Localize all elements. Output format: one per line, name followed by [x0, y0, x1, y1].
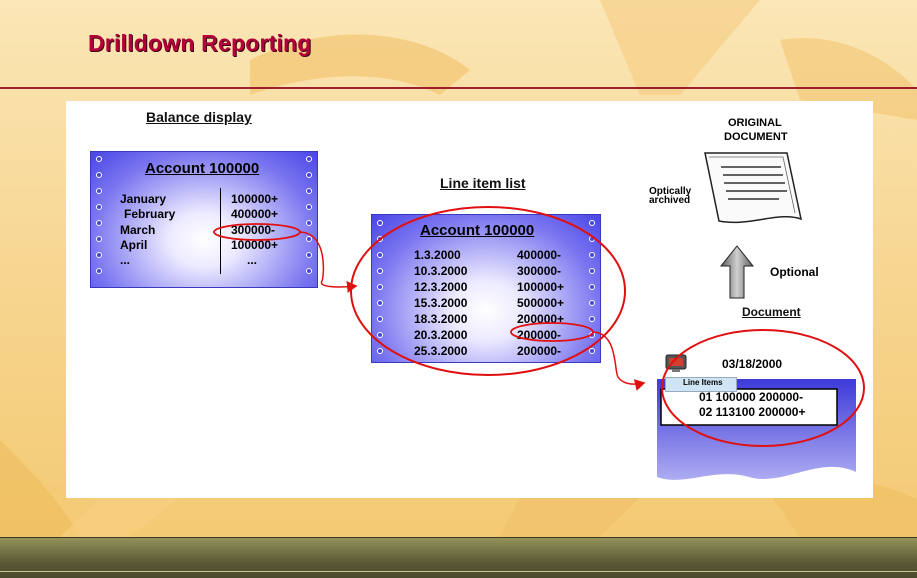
line-item-list-highlight-ellipse: [350, 206, 626, 376]
march-to-list-arrow: [299, 231, 358, 293]
slide-title: Drilldown Reporting: [88, 30, 312, 56]
drilldown-annotations: [213, 206, 865, 447]
row-highlight-ellipse: [510, 322, 594, 342]
title-divider: [0, 87, 917, 89]
diagram-panel: Balance display Account 100000 January F…: [66, 101, 873, 498]
slide: Drilldown Reporting Balance display Acco…: [0, 0, 917, 578]
footer-line: [0, 571, 917, 572]
document-highlight-ellipse: [661, 329, 865, 447]
march-highlight-ellipse: [213, 223, 301, 241]
